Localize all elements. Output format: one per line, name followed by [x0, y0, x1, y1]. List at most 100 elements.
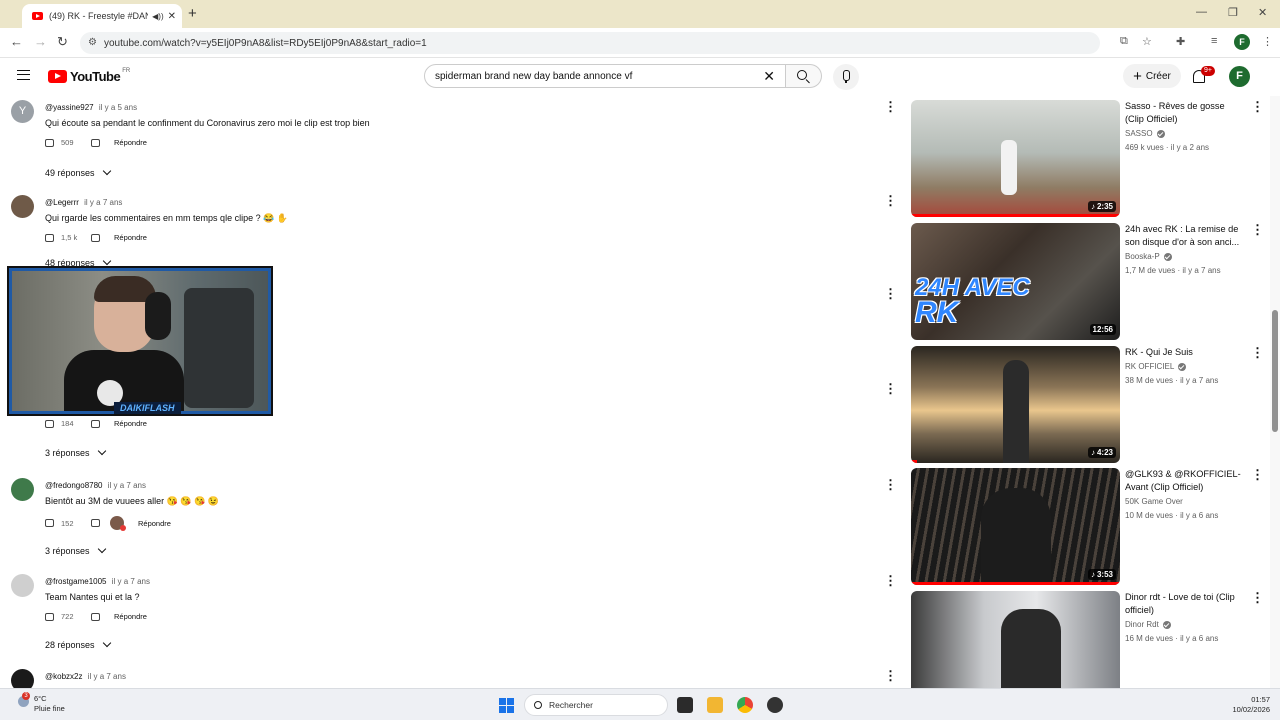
reply-button[interactable]: Répondre: [114, 419, 147, 428]
video-thumbnail[interactable]: ♪ 2:35: [911, 100, 1120, 217]
scrollbar-thumb[interactable]: [1272, 310, 1278, 432]
reload-icon[interactable]: ↻: [57, 34, 68, 50]
tab-close-icon[interactable]: ✕: [168, 11, 176, 22]
video-channel[interactable]: Dinor Rdt: [1125, 620, 1171, 629]
weather-widget[interactable]: 3 6°C Pluie fine: [18, 692, 65, 714]
dislike-icon[interactable]: [91, 233, 100, 242]
avatar[interactable]: Y: [11, 100, 34, 123]
create-button[interactable]: + Créer: [1123, 64, 1181, 88]
video-more-icon[interactable]: ⋮: [1251, 346, 1264, 359]
browser-menu-icon[interactable]: ⋮: [1262, 35, 1273, 48]
task-view-icon[interactable]: [677, 697, 693, 713]
comment-more-icon[interactable]: ⋮: [884, 574, 897, 587]
comment-time[interactable]: il y a 5 ans: [99, 103, 137, 112]
comment-more-icon[interactable]: ⋮: [884, 382, 897, 395]
search-input[interactable]: spiderman brand new day bande annonce vf…: [424, 64, 786, 88]
video-more-icon[interactable]: ⋮: [1251, 591, 1264, 604]
video-thumbnail[interactable]: [911, 591, 1120, 688]
site-info-icon[interactable]: ⚙: [88, 37, 97, 48]
new-tab-icon[interactable]: +: [188, 5, 197, 22]
address-bar[interactable]: ⚙ youtube.com/watch?v=y5EIj0P9nA8&list=R…: [80, 32, 1100, 54]
video-channel[interactable]: 50K Game Over: [1125, 497, 1183, 506]
browser-tab-active[interactable]: (49) RK - Freestyle #DANSL ◀)) ✕: [22, 4, 182, 28]
reply-button[interactable]: Répondre: [114, 138, 147, 147]
avatar[interactable]: [11, 478, 34, 501]
maximize-icon[interactable]: ❐: [1228, 6, 1238, 19]
video-title[interactable]: Sasso - Rêves de gosse (Clip Officiel): [1125, 100, 1243, 126]
menu-icon[interactable]: [17, 70, 30, 80]
voice-search-icon[interactable]: [833, 64, 859, 90]
chrome-icon[interactable]: [737, 697, 753, 713]
youtube-logo[interactable]: YouTube FR: [48, 68, 130, 84]
comment-more-icon[interactable]: ⋮: [884, 100, 897, 113]
avatar[interactable]: [11, 574, 34, 597]
like-icon[interactable]: [45, 612, 54, 621]
browser-profile-avatar[interactable]: F: [1234, 34, 1250, 50]
comment-author[interactable]: @frostgame1005: [45, 577, 107, 586]
page-scrollbar[interactable]: [1270, 96, 1280, 688]
video-card[interactable]: ♪ 2:35 Sasso - Rêves de gosse (Clip Offic…: [905, 96, 1265, 217]
comment-more-icon[interactable]: ⋮: [884, 478, 897, 491]
dislike-icon[interactable]: [91, 419, 100, 428]
video-thumbnail[interactable]: ♪ 4:23: [911, 346, 1120, 463]
replies-toggle[interactable]: 28 réponses: [45, 638, 111, 650]
video-channel[interactable]: SASSO: [1125, 129, 1165, 138]
like-icon[interactable]: [45, 519, 54, 527]
back-icon[interactable]: ←: [10, 34, 23, 49]
comment-more-icon[interactable]: ⋮: [884, 194, 897, 207]
speaker-icon[interactable]: ◀)): [152, 12, 163, 21]
video-more-icon[interactable]: ⋮: [1251, 223, 1264, 236]
video-title[interactable]: 24h avec RK : La remise de son disque d'…: [1125, 223, 1243, 249]
replies-toggle[interactable]: 3 réponses: [45, 544, 106, 556]
video-card[interactable]: ♪ 3:53 @GLK93 & @RKOFFICIEL- Avant (Clip …: [905, 464, 1265, 585]
comment-author[interactable]: @Legerrr: [45, 198, 79, 207]
app-icon[interactable]: [767, 697, 783, 713]
video-title[interactable]: RK - Qui Je Suis: [1125, 346, 1243, 359]
account-avatar[interactable]: F: [1229, 66, 1250, 87]
replies-toggle[interactable]: 3 réponses: [45, 446, 106, 458]
file-explorer-icon[interactable]: [707, 697, 723, 713]
video-more-icon[interactable]: ⋮: [1251, 468, 1264, 481]
comment-author[interactable]: @fredongo8780: [45, 481, 103, 490]
video-more-icon[interactable]: ⋮: [1251, 100, 1264, 113]
comment-time[interactable]: il y a 7 ans: [84, 198, 122, 207]
like-icon[interactable]: [45, 233, 54, 242]
video-card[interactable]: ♪ 4:23 RK - Qui Je Suis RK OFFICIEL 38 M …: [905, 342, 1265, 463]
reply-button[interactable]: Répondre: [114, 233, 147, 242]
comment-author[interactable]: @kobzx2z: [45, 672, 82, 681]
avatar[interactable]: [11, 669, 34, 688]
minimize-icon[interactable]: —: [1196, 6, 1207, 18]
comment-more-icon[interactable]: ⋮: [884, 669, 897, 682]
video-card[interactable]: 24H AVEC RK 12:56 24h avec RK : La remis…: [905, 219, 1265, 340]
video-channel[interactable]: RK OFFICIEL: [1125, 362, 1187, 371]
comment-time[interactable]: il y a 7 ans: [88, 672, 126, 681]
dislike-icon[interactable]: [91, 138, 100, 147]
extensions-icon[interactable]: ✚: [1176, 35, 1185, 48]
bookmark-star-icon[interactable]: ☆: [1142, 35, 1152, 48]
comment-author[interactable]: @yassine927: [45, 103, 94, 112]
like-icon[interactable]: [45, 138, 54, 147]
comment-time[interactable]: il y a 7 ans: [112, 577, 150, 586]
video-thumbnail[interactable]: 24H AVEC RK 12:56: [911, 223, 1120, 340]
comment-more-icon[interactable]: ⋮: [884, 287, 897, 300]
cast-icon[interactable]: ⧉: [1120, 35, 1128, 48]
video-title[interactable]: @GLK93 & @RKOFFICIEL- Avant (Clip Offici…: [1125, 468, 1243, 494]
clear-search-icon[interactable]: ✕: [763, 68, 775, 85]
video-card[interactable]: Dinor rdt - Love de toi (Clip officiel) …: [905, 587, 1265, 688]
comment-time[interactable]: il y a 7 ans: [108, 481, 146, 490]
forward-icon[interactable]: →: [34, 34, 47, 49]
windows-start-icon[interactable]: [499, 698, 514, 713]
window-close-icon[interactable]: ✕: [1258, 6, 1267, 19]
avatar[interactable]: [11, 195, 34, 218]
reply-button[interactable]: Répondre: [114, 612, 147, 621]
video-channel[interactable]: Booska-P: [1125, 252, 1172, 261]
like-icon[interactable]: [45, 419, 54, 428]
search-button[interactable]: [786, 64, 822, 88]
dislike-icon[interactable]: [91, 612, 100, 621]
replies-toggle[interactable]: 49 réponses: [45, 166, 111, 178]
video-thumbnail[interactable]: ♪ 3:53: [911, 468, 1120, 585]
video-title[interactable]: Dinor rdt - Love de toi (Clip officiel): [1125, 591, 1243, 617]
reading-list-icon[interactable]: ≡: [1211, 35, 1217, 47]
dislike-icon[interactable]: [91, 519, 100, 527]
taskbar-search[interactable]: Rechercher: [524, 694, 668, 716]
